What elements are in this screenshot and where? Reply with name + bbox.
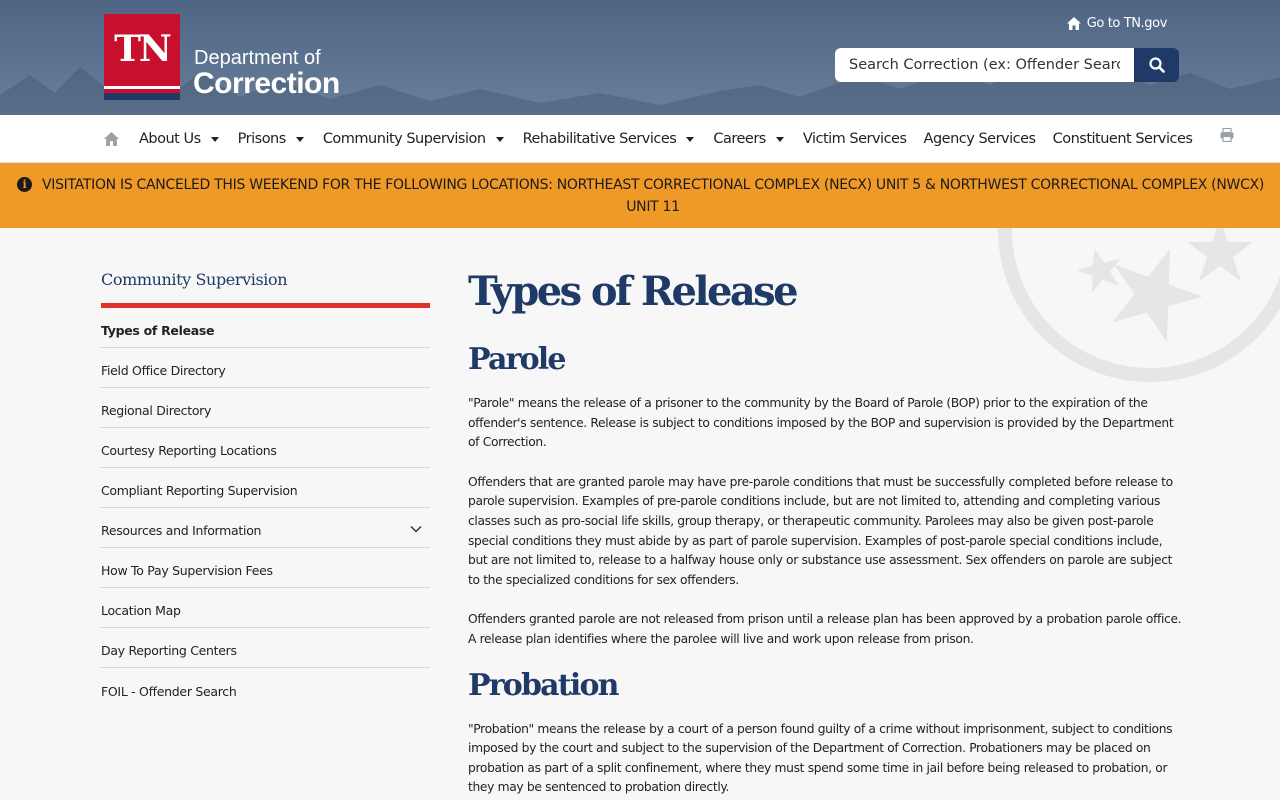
chevron-down-icon[interactable]: [410, 525, 422, 533]
nav-item-label: Community Supervision: [322, 131, 486, 147]
print-icon: [1220, 127, 1234, 143]
sidebar-title[interactable]: Community Supervision: [101, 270, 430, 308]
section-heading-parole: Parole: [468, 342, 567, 377]
sidebar-item-day-reporting-centers[interactable]: Day Reporting Centers: [101, 628, 430, 668]
nav-item-rehabilitative-services[interactable]: Rehabilitative Services: [523, 131, 695, 147]
sidebar-item-how-to-pay-supervision-fees[interactable]: How To Pay Supervision Fees: [101, 548, 430, 588]
sidebar-item-compliant-reporting-supervision[interactable]: Compliant Reporting Supervision: [101, 468, 430, 508]
sidebar-item-courtesy-reporting-locations[interactable]: Courtesy Reporting Locations: [101, 428, 430, 468]
sidebar-item-resources-and-information[interactable]: Resources and Information: [101, 508, 430, 548]
nav-item-label: Rehabilitative Services: [522, 131, 677, 147]
info-icon: i: [17, 177, 32, 192]
nav-home-link[interactable]: [104, 131, 119, 150]
paragraph: Offenders that are granted parole may ha…: [468, 474, 1173, 587]
nav-item-label: Victim Services: [802, 131, 907, 147]
search-input[interactable]: [835, 48, 1134, 82]
caret-down-icon: [495, 136, 504, 142]
caret-down-icon: [686, 136, 695, 142]
paragraph: "Probation" means the release by a court…: [468, 721, 1173, 795]
caret-down-icon: [210, 136, 219, 142]
logo-badge-text: TN: [114, 28, 172, 70]
logo-line-2: Correction: [193, 67, 340, 100]
main-content: Types of Release Parole "Parole" means t…: [468, 266, 1183, 798]
home-icon: [104, 132, 119, 146]
go-to-tn-gov-link[interactable]: Go to TN.gov: [1066, 16, 1168, 31]
main-nav: About Us Prisons Community Supervision R…: [0, 115, 1280, 163]
nav-item-label: Careers: [713, 131, 766, 147]
site-header: TN Department of Correction Go to TN.gov: [0, 0, 1280, 115]
sidebar-item-field-office-directory[interactable]: Field Office Directory: [101, 348, 430, 388]
nav-item-agency-services[interactable]: Agency Services: [923, 131, 1037, 147]
sidebar-item-label: Field Office Directory: [101, 363, 226, 378]
sidebar-item-types-of-release[interactable]: Types of Release: [101, 308, 430, 348]
caret-down-icon: [775, 136, 784, 142]
tn-logo-badge: TN: [104, 14, 180, 100]
sidebar-item-label: Resources and Information: [101, 523, 262, 538]
nav-item-label: About Us: [139, 131, 201, 147]
nav-item-victim-services[interactable]: Victim Services: [803, 131, 907, 147]
sidebar-item-label: Regional Directory: [101, 403, 212, 418]
home-icon: [1066, 17, 1081, 30]
section-heading-probation: Probation: [468, 667, 619, 703]
sidebar-item-location-map[interactable]: Location Map: [101, 588, 430, 628]
search-button[interactable]: [1134, 48, 1179, 82]
nav-item-label: Agency Services: [923, 131, 1037, 147]
sidebar-list: Types of Release Field Office Directory …: [101, 308, 430, 708]
sidebar-item-label: How To Pay Supervision Fees: [101, 563, 273, 578]
nav-items: About Us Prisons Community Supervision R…: [139, 115, 1209, 163]
go-to-tn-gov-label: Go to TN.gov: [1086, 16, 1168, 31]
sidebar-item-regional-directory[interactable]: Regional Directory: [101, 388, 430, 428]
sidebar-item-label: Location Map: [101, 603, 181, 618]
nav-item-label: Constituent Services: [1052, 131, 1193, 147]
search-icon: [1148, 57, 1165, 73]
sidebar-item-label: Courtesy Reporting Locations: [101, 443, 277, 458]
nav-item-prisons[interactable]: Prisons: [238, 131, 304, 147]
sidebar: Community Supervision Types of Release F…: [101, 270, 430, 708]
sidebar-item-label: Day Reporting Centers: [101, 643, 237, 658]
alert-text: VISITATION IS CANCELED THIS WEEKEND FOR …: [41, 177, 1264, 215]
site-search: [835, 48, 1179, 82]
nav-item-constituent-services[interactable]: Constituent Services: [1053, 131, 1193, 147]
nav-item-about-us[interactable]: About Us: [139, 131, 219, 147]
print-button[interactable]: [1220, 127, 1234, 146]
page-title: Types of Release: [468, 268, 799, 315]
nav-item-careers[interactable]: Careers: [713, 131, 784, 147]
paragraph: "Parole" means the release of a prisoner…: [468, 396, 1174, 450]
tn-doc-logo[interactable]: TN Department of Correction: [104, 14, 344, 102]
sidebar-item-foil-offender-search[interactable]: FOIL - Offender Search: [101, 668, 430, 708]
sidebar-item-label: FOIL - Offender Search: [101, 683, 237, 699]
caret-down-icon: [295, 136, 304, 142]
nav-item-community-supervision[interactable]: Community Supervision: [323, 131, 504, 147]
visitation-alert-banner: i VISITATION IS CANCELED THIS WEEKEND FO…: [0, 163, 1280, 228]
sidebar-item-label: Compliant Reporting Supervision: [101, 483, 298, 498]
paragraph: Offenders granted parole are not release…: [468, 612, 1182, 646]
nav-item-label: Prisons: [237, 131, 287, 147]
sidebar-item-label: Types of Release: [101, 323, 215, 338]
